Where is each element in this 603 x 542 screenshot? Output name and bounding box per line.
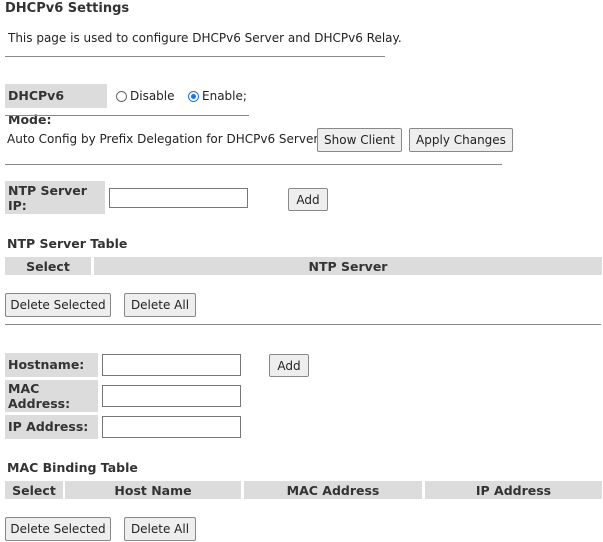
ntp-server-ip-label: NTP Server IP: (5, 181, 105, 214)
hostname-input[interactable] (102, 354, 241, 376)
hostname-label: Hostname: (5, 353, 98, 377)
radio-enable[interactable] (188, 90, 199, 102)
radio-enable-label: Enable; (202, 89, 247, 103)
binding-col-mac: MAC Address (244, 481, 422, 499)
ntp-col-server: NTP Server (94, 257, 602, 275)
dhcpv6-mode-label: DHCPv6 Mode: (5, 84, 107, 127)
mac-address-input[interactable] (102, 385, 241, 407)
binding-col-select: Select (5, 481, 63, 499)
divider (5, 115, 249, 116)
show-client-button[interactable]: Show Client (317, 128, 402, 152)
mode-enable-option[interactable]: Enable; (188, 89, 247, 103)
page-description: This page is used to configure DHCPv6 Se… (8, 31, 402, 45)
binding-delete-all-button[interactable]: Delete All (124, 517, 196, 541)
mac-address-label: MAC Address: (5, 380, 75, 412)
ntp-delete-all-button[interactable]: Delete All (124, 293, 196, 317)
ip-address-label: IP Address: (5, 415, 98, 439)
ntp-server-ip-input[interactable] (109, 188, 248, 208)
radio-disable[interactable] (116, 90, 127, 102)
binding-delete-selected-button[interactable]: Delete Selected (5, 517, 111, 541)
auto-config-text: Auto Config by Prefix Delegation for DHC… (7, 132, 321, 146)
ip-address-input[interactable] (102, 416, 241, 438)
binding-add-button[interactable]: Add (269, 354, 309, 377)
binding-col-hostname: Host Name (65, 481, 241, 499)
ntp-add-button[interactable]: Add (288, 188, 328, 211)
mac-label-fill (75, 380, 98, 412)
binding-col-ip: IP Address (425, 481, 602, 499)
mac-binding-table-title: MAC Binding Table (7, 460, 138, 475)
radio-disable-label: Disable (130, 89, 175, 103)
divider (5, 324, 601, 325)
mode-disable-option[interactable]: Disable (116, 89, 175, 103)
apply-changes-button[interactable]: Apply Changes (409, 128, 513, 152)
ntp-delete-selected-button[interactable]: Delete Selected (5, 293, 111, 317)
page-title: DHCPv6 Settings (5, 1, 130, 16)
divider (5, 164, 502, 165)
ntp-table-title: NTP Server Table (7, 236, 128, 251)
ntp-col-select: Select (5, 257, 91, 275)
divider (5, 56, 385, 57)
